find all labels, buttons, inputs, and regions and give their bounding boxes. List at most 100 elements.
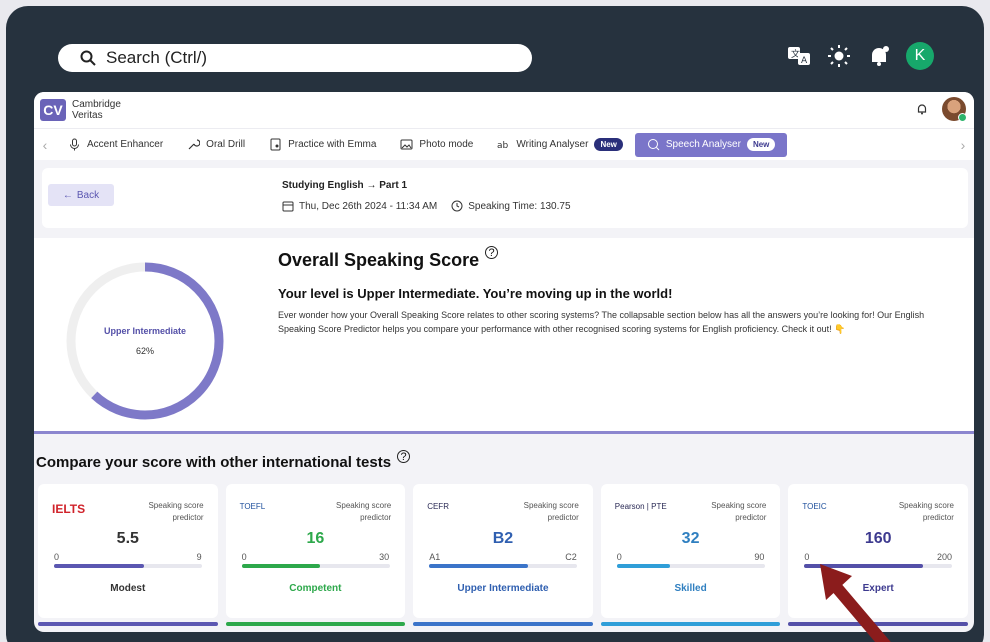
test-score: 5.5 — [116, 530, 139, 547]
session-info: ← Back Studying English → Part 1 Thu, De… — [42, 168, 968, 228]
session-meta: Thu, Dec 26th 2024 - 11:34 AM Speaking T… — [282, 200, 571, 212]
test-level: Modest — [110, 583, 146, 594]
sun-icon[interactable] — [826, 43, 852, 69]
test-logo: CEFR — [427, 502, 449, 511]
predictor-label: Speaking score predictor — [336, 501, 392, 522]
tab-label: Oral Drill — [206, 139, 246, 150]
tab-writing-analyser[interactable]: ab Writing Analyser New — [485, 133, 635, 157]
compare-title-text: Compare your score with other internatio… — [36, 454, 392, 471]
help-icon[interactable]: ? — [485, 246, 499, 259]
donut-percent: 62% — [135, 346, 154, 356]
score-fill — [616, 564, 671, 568]
score-description: Ever wonder how your Overall Speaking Sc… — [278, 310, 925, 334]
score-fill — [241, 564, 321, 568]
chevron-left-icon[interactable]: ‹ — [34, 137, 56, 153]
breadcrumb: Studying English → Part 1 — [282, 180, 407, 191]
brand-line-1: Cambridge — [72, 99, 121, 110]
annotation-arrow-icon — [820, 564, 891, 642]
translate-icon[interactable]: 文A — [786, 43, 812, 69]
tab-accent-enhancer[interactable]: Accent Enhancer — [56, 133, 175, 157]
doc-person-icon — [270, 138, 281, 151]
page-title: Overall Speaking Score ? — [278, 246, 499, 271]
tab-label: Writing Analyser — [516, 139, 589, 150]
predictor-label: Speaking score predictor — [148, 501, 204, 522]
search-bar[interactable]: Search (Ctrl/) — [58, 44, 532, 72]
top-toolbar: 文A K — [786, 42, 934, 70]
test-level: Competent — [289, 583, 342, 594]
score-track — [54, 564, 202, 568]
search-label: Search (Ctrl/) — [106, 48, 208, 67]
breadcrumb-part: Part 1 — [379, 180, 408, 191]
test-logo: TOEIC — [802, 502, 827, 511]
predictor-label: Speaking score predictor — [523, 501, 579, 522]
photo-icon — [400, 139, 413, 150]
breadcrumb-topic: Studying English — [282, 180, 364, 191]
session-datetime: Thu, Dec 26th 2024 - 11:34 AM — [299, 200, 438, 212]
wrench-icon — [188, 139, 201, 150]
mic-icon — [70, 138, 79, 151]
card-accent-bar — [225, 622, 406, 626]
clock-icon — [451, 200, 463, 212]
score-track — [429, 564, 578, 568]
test-level: Skilled — [674, 583, 707, 594]
scale-max: 30 — [379, 552, 390, 562]
donut-level: Upper Intermediate — [103, 326, 187, 336]
tab-label: Photo mode — [419, 139, 474, 150]
test-logo: TOEFL — [239, 502, 266, 511]
profile-photo[interactable] — [942, 97, 967, 122]
score-track — [241, 564, 390, 568]
tab-label: Speech Analyser — [665, 139, 741, 150]
test-logo: Pearson | PTE — [614, 502, 667, 511]
notification-bell-icon[interactable] — [866, 43, 892, 69]
new-badge: New — [594, 138, 623, 151]
compare-heading: Compare your score with other internatio… — [36, 450, 411, 471]
test-level: Upper Intermediate — [457, 583, 549, 594]
card-accent-bar — [600, 622, 781, 626]
test-score: 160 — [864, 530, 892, 547]
writing-icon: ab — [497, 141, 509, 151]
back-button[interactable]: ← Back — [48, 184, 114, 206]
test-card[interactable]: IELTS Speaking score predictor 5.5 0 9 Modest — [38, 484, 218, 626]
user-avatar[interactable]: K — [906, 42, 934, 70]
score-fill — [429, 564, 529, 568]
brand-name: Cambridge Veritas — [72, 99, 121, 121]
test-card[interactable]: Pearson | PTE Speaking score predictor 32 0… — [600, 484, 781, 626]
tab-label: Practice with Emma — [288, 139, 377, 150]
scale-max: 9 — [196, 552, 202, 562]
back-label: Back — [76, 189, 100, 201]
calendar-icon — [282, 201, 294, 212]
svg-text:A: A — [801, 56, 808, 66]
test-card[interactable]: CEFR Speaking score predictor B2 A1 C2 Upper … — [413, 484, 593, 626]
scale-min: 0 — [616, 552, 622, 562]
bell-icon[interactable] — [916, 103, 928, 115]
scale-min: A1 — [429, 552, 441, 562]
test-score: 32 — [681, 530, 700, 547]
new-badge: New — [746, 138, 776, 151]
help-icon[interactable]: ? — [397, 450, 411, 463]
tab-oral-drill[interactable]: Oral Drill — [175, 133, 257, 157]
level-subtitle: Your level is Upper Intermediate. You’re… — [278, 286, 673, 301]
card-accent-bar — [38, 622, 218, 626]
brand-line-2: Veritas — [72, 110, 103, 121]
app-header: CV Cambridge Veritas — [34, 92, 974, 128]
chevron-right-icon[interactable]: › — [952, 137, 974, 153]
svg-text:ab: ab — [497, 141, 509, 151]
scale-min: 0 — [241, 552, 247, 562]
arrow-right-icon: → — [366, 180, 380, 191]
card-accent-bar — [413, 622, 593, 626]
overall-title-text: Overall Speaking Score — [278, 250, 480, 270]
speech-icon — [647, 139, 660, 151]
tab-photo-mode[interactable]: Photo mode — [388, 133, 485, 157]
scale-min: 0 — [54, 552, 60, 562]
tab-speech-analyser[interactable]: Speech Analyser New — [634, 132, 788, 157]
tab-label: Accent Enhancer — [87, 139, 164, 150]
scale-max: 200 — [936, 552, 952, 562]
overall-score-card: Upper Intermediate 62% Overall Speaking … — [34, 238, 974, 434]
speaking-time: Speaking Time: 130.75 — [468, 200, 571, 212]
predictor-label: Speaking score predictor — [711, 501, 767, 522]
score-track — [616, 564, 765, 568]
tab-practice-with-emma[interactable]: Practice with Emma — [257, 133, 388, 157]
score-fill — [54, 564, 145, 568]
scale-max: 90 — [754, 552, 765, 562]
test-card[interactable]: TOEFL Speaking score predictor 16 0 30 Compet… — [225, 484, 406, 626]
